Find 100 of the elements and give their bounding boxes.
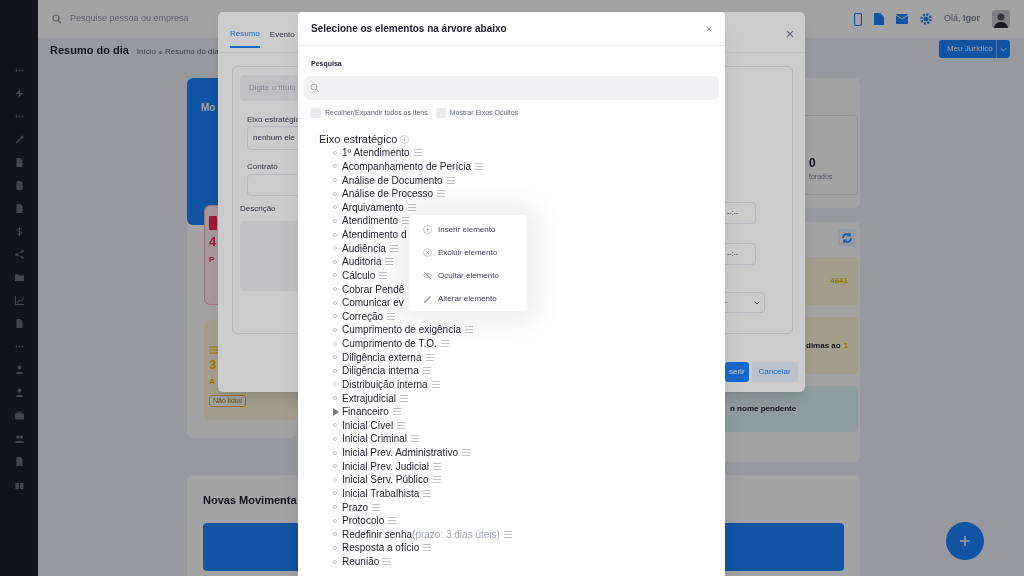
- menu-icon[interactable]: [461, 449, 470, 457]
- tree-item[interactable]: Análise de Processo: [342, 186, 434, 202]
- menu-icon[interactable]: [413, 149, 422, 157]
- folder-icon[interactable]: [14, 273, 24, 282]
- document-icon[interactable]: [14, 181, 24, 190]
- menu-icon[interactable]: [433, 462, 442, 470]
- tree-item[interactable]: Prazo: [342, 499, 369, 515]
- dollar-icon[interactable]: [14, 227, 24, 236]
- menu-icon[interactable]: [464, 326, 473, 334]
- menu-icon[interactable]: [388, 517, 397, 525]
- menu-icon[interactable]: [503, 530, 512, 538]
- tree-item[interactable]: Resposta a ofício: [342, 540, 420, 556]
- menu-icon[interactable]: [411, 435, 419, 443]
- menu-icon[interactable]: [423, 489, 432, 497]
- close-icon[interactable]: [786, 30, 794, 38]
- tree-item[interactable]: Audiência: [342, 240, 386, 256]
- tree-item[interactable]: Diligência externa: [342, 349, 422, 365]
- tree-item[interactable]: 1º Atendimento: [342, 145, 410, 161]
- tree-item[interactable]: Distribuição interna: [342, 376, 428, 392]
- tree-item[interactable]: Inicial Criminal: [342, 431, 407, 447]
- tab[interactable]: Evento: [269, 28, 295, 48]
- document-icon[interactable]: [14, 319, 24, 328]
- tree-item[interactable]: Cumprimento de exigência: [342, 322, 461, 338]
- menu-icon[interactable]: [372, 503, 381, 511]
- document-icon[interactable]: [874, 13, 884, 25]
- tree-item[interactable]: Análise de Documento: [342, 172, 443, 188]
- menu-icon[interactable]: [407, 203, 416, 211]
- menu-icon[interactable]: [432, 476, 441, 484]
- menu-icon[interactable]: [389, 244, 398, 252]
- tree-item[interactable]: Inicial Serv. Público: [342, 472, 429, 488]
- menu-icon[interactable]: [437, 190, 446, 198]
- document-icon[interactable]: [14, 457, 24, 466]
- menu-icon[interactable]: [402, 217, 411, 225]
- caret-right-icon[interactable]: [333, 407, 339, 416]
- avatar-icon[interactable]: [992, 10, 1010, 28]
- plus-circle-icon[interactable]: [400, 134, 410, 144]
- tree-item[interactable]: Reunião: [342, 554, 380, 570]
- close-icon[interactable]: [706, 25, 712, 32]
- refresh-icon[interactable]: [838, 229, 856, 247]
- search-field[interactable]: [304, 75, 719, 100]
- menu-icon[interactable]: [474, 162, 483, 170]
- mail-icon[interactable]: [896, 14, 908, 24]
- briefcase-icon[interactable]: [14, 411, 24, 420]
- menu-item[interactable]: Inserir elemento: [423, 223, 527, 236]
- tree-item[interactable]: Correção: [342, 308, 384, 324]
- menu-icon[interactable]: [379, 271, 388, 279]
- menu-item[interactable]: Alterar elemento: [423, 292, 527, 305]
- menu-icon[interactable]: [440, 340, 449, 348]
- menu-icon[interactable]: [399, 394, 408, 402]
- chart-icon[interactable]: [14, 296, 24, 305]
- bullet-icon: [333, 150, 337, 155]
- menu-icon[interactable]: [431, 380, 440, 388]
- menu-icon[interactable]: [397, 421, 406, 429]
- phone-icon[interactable]: [854, 12, 862, 26]
- menu-icon[interactable]: [422, 367, 431, 375]
- tree-item[interactable]: Cálculo: [342, 267, 376, 283]
- menu-icon[interactable]: [383, 558, 392, 566]
- add-button[interactable]: [946, 522, 984, 560]
- tree-item[interactable]: Redefinir senha: [342, 526, 413, 542]
- wrench-icon[interactable]: [14, 135, 24, 144]
- document-icon[interactable]: [14, 204, 24, 213]
- user-icon[interactable]: [14, 365, 24, 374]
- insert-button[interactable]: serir: [725, 362, 749, 382]
- menu-icon[interactable]: [446, 176, 455, 184]
- tree-item[interactable]: Inicial Prev. Administrativo: [342, 445, 458, 461]
- tree-item[interactable]: Financeiro: [342, 404, 389, 420]
- tree-item[interactable]: Atendimento d: [342, 227, 407, 243]
- caret-icon[interactable]: [996, 40, 1010, 58]
- gift-icon[interactable]: [14, 480, 24, 489]
- network-icon[interactable]: [14, 250, 24, 259]
- tab[interactable]: Resumo: [230, 28, 260, 48]
- tree-item[interactable]: Inicial Trabalhista: [342, 485, 420, 501]
- tree-item[interactable]: Protocolo: [342, 513, 385, 529]
- document-icon[interactable]: [14, 158, 24, 167]
- settings-icon[interactable]: [920, 13, 932, 25]
- tree-item[interactable]: Diligência interna: [342, 363, 419, 379]
- menu-icon[interactable]: [423, 544, 432, 552]
- breadcrumb-link[interactable]: Início: [136, 46, 156, 58]
- menu-icon[interactable]: [387, 312, 396, 320]
- tree-item[interactable]: Extrajudicial: [342, 390, 396, 406]
- tree-item[interactable]: Atendimento: [342, 213, 399, 229]
- tree-item[interactable]: Arquivamento: [342, 199, 404, 215]
- menu-icon[interactable]: [425, 353, 434, 361]
- user-icon[interactable]: [14, 388, 24, 397]
- pencil-icon: [423, 294, 432, 303]
- tree-item[interactable]: Inicial Cível: [342, 417, 394, 433]
- bullet-icon: [333, 191, 337, 196]
- users-icon[interactable]: [14, 434, 24, 443]
- tree-item[interactable]: Comunicar ev: [342, 295, 404, 311]
- breadcrumb-link[interactable]: Resumo do dia: [164, 46, 219, 58]
- tree-item[interactable]: Auditoria: [342, 254, 382, 270]
- menu-icon[interactable]: [392, 408, 401, 416]
- bolt-icon[interactable]: [14, 89, 24, 98]
- tree-item[interactable]: Cobrar Pendê: [342, 281, 405, 297]
- menu-item[interactable]: Ocultar elemento: [423, 269, 527, 282]
- tree-item[interactable]: Acompanhamento de Perícia: [342, 158, 471, 174]
- tree-item[interactable]: Cumprimento de T.O.: [342, 336, 437, 352]
- menu-icon[interactable]: [385, 258, 394, 266]
- tree-item[interactable]: Inicial Prev. Judicial: [342, 458, 430, 474]
- menu-item[interactable]: Excluir elemento: [423, 246, 527, 259]
